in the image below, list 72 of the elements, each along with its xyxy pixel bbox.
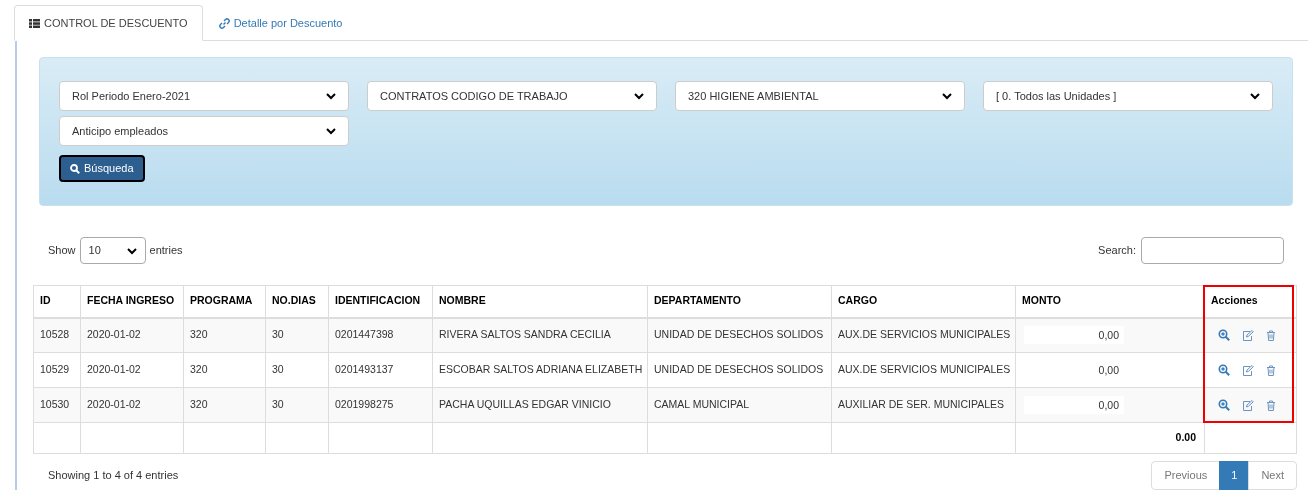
chevron-down-icon [942,92,952,100]
chevron-down-icon [1250,92,1260,100]
entries-label: entries [149,243,183,259]
zoom-in-icon[interactable] [1218,399,1230,411]
table-cell: 0201447398 [328,317,433,353]
edit-icon[interactable] [1242,364,1254,376]
search-icon [70,163,80,174]
dropdown[interactable]: Rol Periodo Enero-2021 [59,81,349,111]
list-icon [29,18,40,28]
column-header: IDENTIFICACION [328,285,433,318]
column-header: DEPARTAMENTO [647,285,832,318]
table-cell: 10530 [33,387,81,423]
table-cell: 30 [265,317,329,353]
table-cell: 320 [183,317,266,353]
table-cell: 320 [183,387,266,423]
table-cell: 30 [265,352,329,388]
column-header: PROGRAMA [183,285,266,318]
zoom-in-icon[interactable] [1218,329,1230,342]
dropdown[interactable]: Anticipo empleados [59,116,349,146]
column-header: Acciones [1204,285,1297,318]
chevron-down-icon [326,92,336,100]
chevron-down-icon [326,127,336,135]
table-cell: 0201493137 [328,352,433,388]
table-cell: 10528 [33,317,81,353]
chevron-down-icon [126,246,137,255]
dropdown[interactable]: CONTRATOS CODIGO DE TRABAJO [367,81,657,111]
show-label: Show [48,243,76,259]
page-button[interactable]: 1 [1219,461,1250,490]
column-header: FECHA INGRESO [80,285,184,318]
edit-icon[interactable] [1242,329,1254,341]
search-label: Search: [1098,243,1136,259]
tab[interactable]: Detalle por Descuento [202,5,359,41]
amount-field[interactable]: 0,00 [1024,396,1124,414]
trash-icon[interactable] [1266,329,1276,341]
column-header: MONTO [1015,285,1205,318]
edit-icon[interactable] [1242,399,1254,411]
search-button[interactable]: Búsqueda [59,155,145,182]
previous-button[interactable]: Previous [1151,461,1221,490]
table-cell: 2020-01-02 [80,387,184,423]
table-cell: AUX.DE SERVICIOS MUNICIPALES [831,317,1016,353]
search-field[interactable] [1141,237,1284,264]
table-cell: 2020-01-02 [80,352,184,388]
column-header: NOMBRE [432,285,648,318]
table-cell: UNIDAD DE DESECHOS SOLIDOS [647,352,832,388]
dropdown[interactable]: [ 0. Todos las Unidades ] [983,81,1273,111]
table-cell: 30 [265,387,329,423]
table-cell: AUX.DE SERVICIOS MUNICIPALES [831,352,1016,388]
column-header: NO.DIAS [265,285,329,318]
table-cell: ESCOBAR SALTOS ADRIANA ELIZABETH [432,352,648,388]
table-cell: 320 [183,352,266,388]
table-info: Showing 1 to 4 of 4 entries [48,468,179,484]
next-button[interactable]: Next [1248,461,1297,490]
trash-icon[interactable] [1266,399,1276,411]
table-cell: UNIDAD DE DESECHOS SOLIDOS [647,317,832,353]
table-cell: 0201998275 [328,387,433,423]
zoom-in-icon[interactable] [1218,364,1230,376]
table-cell: 10529 [33,352,81,388]
chevron-down-icon [634,92,644,100]
amount-field[interactable]: 0,00 [1024,326,1124,345]
table-cell: 2020-01-02 [80,317,184,353]
dropdown[interactable]: 320 HIGIENE AMBIENTAL [675,81,965,111]
table-cell: CAMAL MUNICIPAL [647,387,832,423]
table-cell: RIVERA SALTOS SANDRA CECILIA [432,317,648,353]
trash-icon[interactable] [1266,364,1276,376]
tab[interactable]: CONTROL DE DESCUENTO [14,5,203,41]
column-header: CARGO [831,285,1016,318]
column-header: ID [33,285,81,318]
link-icon [218,17,230,29]
total-amount: 0.00 [1175,431,1196,444]
table-cell: AUXILIAR DE SER. MUNICIPALES [831,387,1016,423]
table-cell: PACHA UQUILLAS EDGAR VINICIO [432,387,648,423]
entries-select[interactable]: 10 [79,237,146,264]
